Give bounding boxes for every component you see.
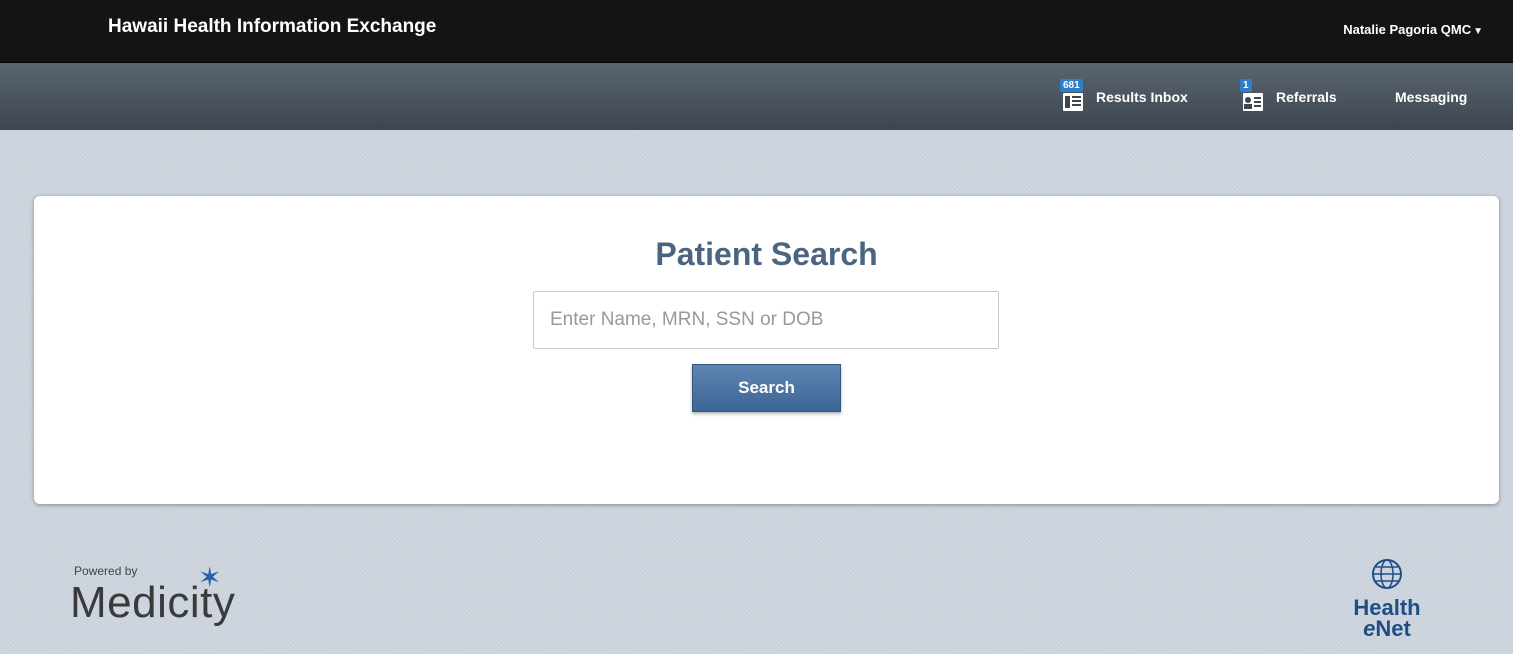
app-title: Hawaii Health Information Exchange: [108, 16, 437, 37]
nav-results-inbox[interactable]: 681 Results Inbox: [1060, 63, 1188, 130]
healthenet-logo: Health eNet: [1337, 543, 1437, 643]
results-inbox-label: Results Inbox: [1096, 88, 1188, 105]
referrals-badge: 1: [1240, 78, 1252, 92]
patient-search-card: Patient Search Search: [34, 196, 1499, 504]
document-list-icon: 681: [1060, 78, 1084, 113]
nav-referrals[interactable]: 1 Referrals: [1240, 63, 1337, 130]
chevron-down-icon: ▼: [1473, 26, 1483, 37]
search-button[interactable]: Search: [692, 364, 841, 412]
patient-search-input[interactable]: [533, 291, 999, 349]
powered-by-text: Powered by: [74, 564, 138, 578]
user-menu[interactable]: Natalie Pagoria QMC ▼: [1343, 22, 1483, 37]
nav-messaging[interactable]: Messaging: [1395, 63, 1467, 130]
user-name: Natalie Pagoria QMC: [1343, 22, 1472, 37]
medicity-logo: Powered by ✶ Medicity: [70, 564, 270, 634]
globe-icon: [1372, 559, 1402, 589]
healthenet-word-enet: eNet: [1363, 616, 1411, 641]
page-title: Patient Search: [655, 236, 878, 272]
top-header-bar: Hawaii Health Information Exchange Natal…: [0, 0, 1513, 63]
referrals-label: Referrals: [1276, 88, 1337, 105]
results-inbox-badge: 681: [1060, 78, 1083, 92]
main-nav-bar: 681 Results Inbox 1 Referrals Messaging: [0, 63, 1513, 130]
person-card-icon: 1: [1240, 78, 1264, 113]
messaging-label: Messaging: [1395, 88, 1468, 105]
medicity-wordmark: Medicity: [70, 578, 236, 627]
